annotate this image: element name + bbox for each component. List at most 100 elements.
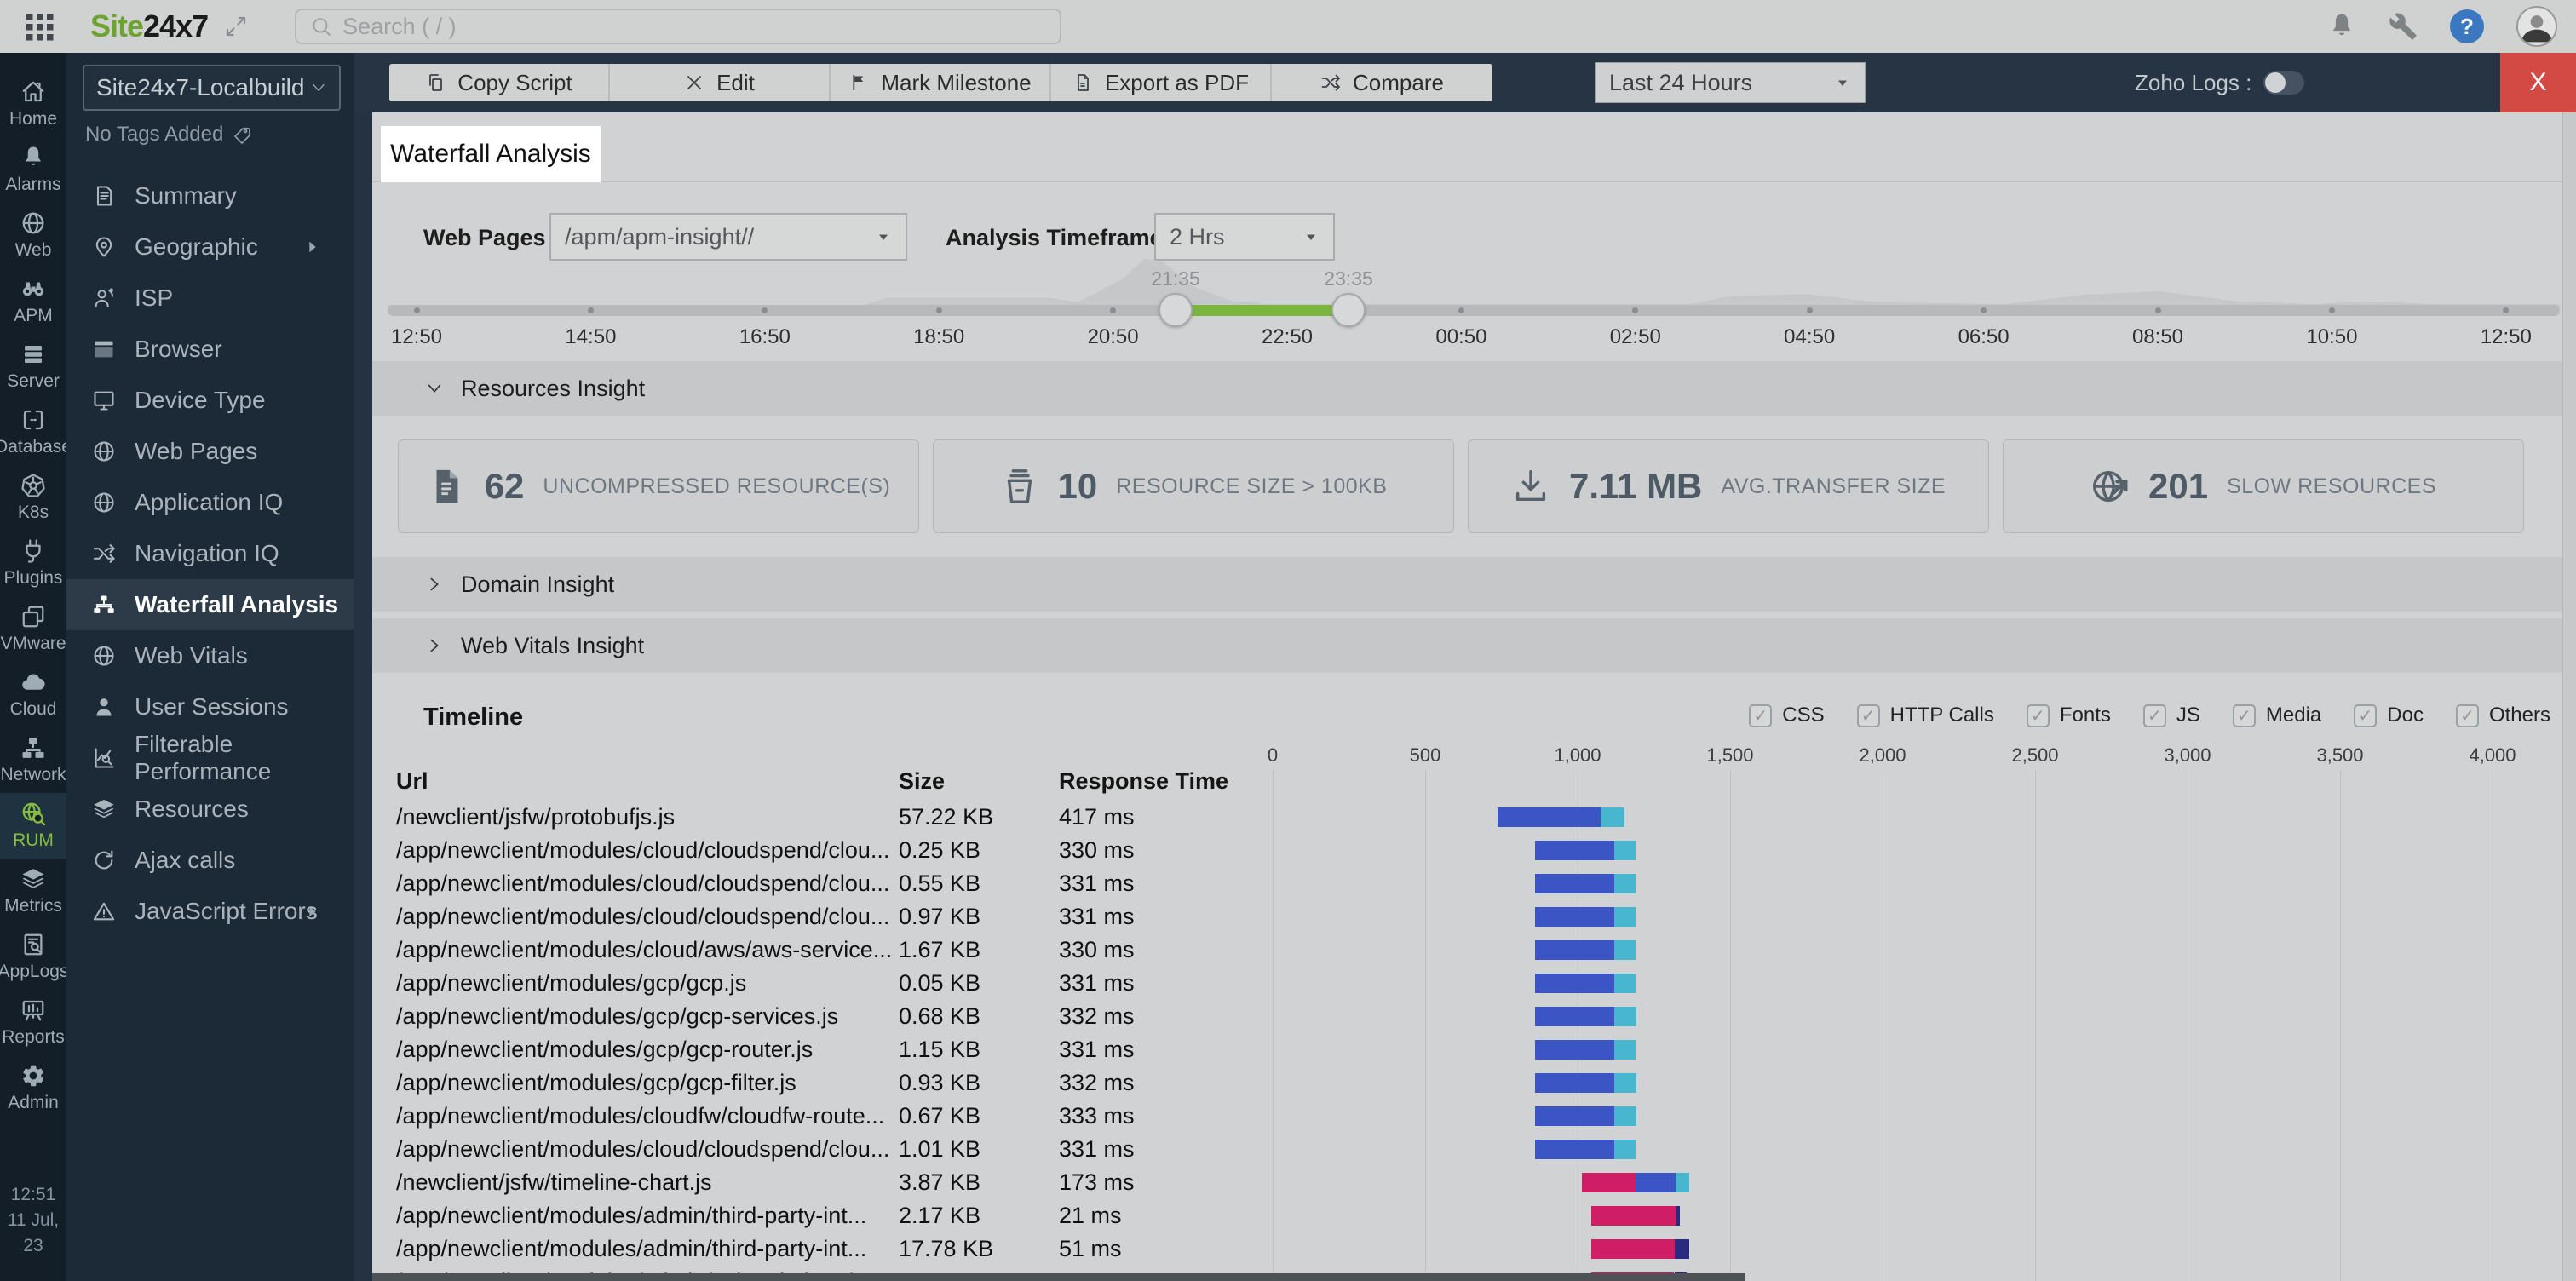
checkbox-icon[interactable]: ✓ <box>1749 704 1773 727</box>
rail-item-cloud[interactable]: Cloud <box>0 662 66 727</box>
sidebar-item-waterfall-analysis[interactable]: Waterfall Analysis <box>66 579 354 630</box>
filter-js[interactable]: ✓ JS <box>2142 704 2200 727</box>
filter-css[interactable]: ✓ CSS <box>1749 704 1825 727</box>
table-row[interactable]: /app/newclient/modules/cloud/cloudspend/… <box>372 1133 2576 1166</box>
sidebar-item-isp[interactable]: ISP <box>66 273 354 324</box>
table-row[interactable]: /app/newclient/modules/gcp/gcp.js 0.05 K… <box>372 967 2576 1000</box>
sidebar-item-application-iq[interactable]: Application IQ <box>66 477 354 528</box>
rail-item-home[interactable]: Home <box>0 72 66 137</box>
help-button[interactable]: ? <box>2450 9 2484 43</box>
rail-item-plugins[interactable]: Plugins <box>0 531 66 596</box>
resources-insight-header[interactable]: Resources Insight <box>372 361 2576 416</box>
sidebar-item-geographic[interactable]: Geographic <box>66 221 354 273</box>
time-slider-selected-range[interactable] <box>1176 305 1348 316</box>
rail-item-vmware[interactable]: VMware <box>0 596 66 662</box>
rail-item-database[interactable]: Database <box>0 399 72 465</box>
row-response-time: 330 ms <box>1059 837 1135 863</box>
filter-media[interactable]: ✓ Media <box>2232 704 2321 727</box>
copy-script-button[interactable]: Copy Script <box>389 64 610 101</box>
tools-wrench-icon[interactable] <box>2389 12 2418 41</box>
app-grid-icon[interactable] <box>24 11 55 42</box>
export-as-pdf-button[interactable]: Export as PDF <box>1051 64 1272 101</box>
vertical-scrollbar[interactable] <box>2562 112 2576 1281</box>
rail-item-reports[interactable]: Reports <box>0 990 66 1055</box>
rail-item-web[interactable]: Web <box>0 203 66 268</box>
filter-fonts[interactable]: ✓ Fonts <box>2026 704 2111 727</box>
insight-card-slow-resources[interactable]: 201 SLOW RESOURCES <box>2003 439 2524 533</box>
rail-item-rum[interactable]: RUM <box>0 793 66 859</box>
filter-others[interactable]: ✓ Others <box>2455 704 2550 727</box>
monitor-select[interactable]: Site24x7-Localbuild <box>83 65 341 111</box>
checkbox-icon[interactable]: ✓ <box>2026 704 2050 727</box>
sidebar-item-resources[interactable]: Resources <box>66 784 354 835</box>
horizontal-scrollbar[interactable] <box>372 1273 1745 1281</box>
slider-handle-end[interactable] <box>1331 293 1366 327</box>
time-range-select[interactable]: Last 24 Hours <box>1595 62 1866 103</box>
rail-item-applogs[interactable]: AppLogs <box>0 924 68 990</box>
sidebar-item-navigation-iq[interactable]: Navigation IQ <box>66 528 354 579</box>
sidebar-item-web-vitals[interactable]: Web Vitals <box>66 630 354 681</box>
table-row[interactable]: /app/newclient/modules/admin/third-party… <box>372 1199 2576 1232</box>
table-row[interactable]: /app/newclient/modules/admin/third-party… <box>372 1232 2576 1266</box>
user-avatar[interactable] <box>2516 6 2557 47</box>
axis-tick-label: 3,000 <box>2164 744 2211 766</box>
expand-icon[interactable] <box>223 14 249 39</box>
card-label: SLOW RESOURCES <box>2227 474 2436 498</box>
table-row[interactable]: /app/newclient/modules/cloud/cloudspend/… <box>372 900 2576 933</box>
insight-card-avg-transfer-size[interactable]: 7.11 MB AVG.TRANSFER SIZE <box>1468 439 1989 533</box>
table-row[interactable]: /app/newclient/modules/gcp/gcp-filter.js… <box>372 1066 2576 1100</box>
insight-card-resource-size-100kb[interactable]: 10 RESOURCE SIZE > 100KB <box>933 439 1454 533</box>
checkbox-icon[interactable]: ✓ <box>1856 704 1880 727</box>
mark-milestone-button[interactable]: Mark Milestone <box>831 64 1051 101</box>
waterfall-bar-segment-cyan <box>1614 1007 1636 1026</box>
waterfall-bar-segment-cyan <box>1614 841 1636 860</box>
sidebar-item-ajax-calls[interactable]: Ajax calls <box>66 835 354 886</box>
sidebar-item-user-sessions[interactable]: User Sessions <box>66 681 354 732</box>
card-label: RESOURCE SIZE > 100KB <box>1116 474 1388 498</box>
sidebar-item-javascript-errors[interactable]: JavaScript Errors <box>66 886 354 937</box>
rail-item-network[interactable]: Network <box>0 727 66 793</box>
web-vitals-insight-header[interactable]: Web Vitals Insight <box>372 618 2576 673</box>
rail-item-admin[interactable]: Admin <box>0 1055 66 1121</box>
table-row[interactable]: /app/newclient/modules/cloud/aws/aws-ser… <box>372 933 2576 967</box>
time-slider-track[interactable] <box>388 305 2560 316</box>
rail-item-server[interactable]: Server <box>0 334 66 399</box>
notifications-bell-icon[interactable] <box>2327 12 2356 41</box>
search-input[interactable]: Search ( / ) <box>295 9 1062 44</box>
table-row[interactable]: /app/newclient/modules/gcp/gcp-services.… <box>372 1000 2576 1033</box>
insight-card-uncompressed-resource-s-[interactable]: 62 UNCOMPRESSED RESOURCE(S) <box>398 439 919 533</box>
checkbox-icon[interactable]: ✓ <box>2142 704 2166 727</box>
checkbox-icon[interactable]: ✓ <box>2455 704 2479 727</box>
waterfall-bar-segment-cyan <box>1601 807 1624 827</box>
table-row[interactable]: /app/newclient/modules/gcp/gcp-router.js… <box>372 1033 2576 1066</box>
rail-item-alarms[interactable]: Alarms <box>0 137 66 203</box>
sidebar-item-browser[interactable]: Browser <box>66 324 354 375</box>
filter-doc[interactable]: ✓ Doc <box>2354 704 2424 727</box>
sidebar-item-device-type[interactable]: Device Type <box>66 375 354 426</box>
sidebar-item-summary[interactable]: Summary <box>66 170 354 221</box>
table-row[interactable]: /newclient/jsfw/protobufjs.js 57.22 KB 4… <box>372 801 2576 834</box>
page-tab-waterfall-analysis[interactable]: Waterfall Analysis <box>381 126 601 182</box>
rail-item-metrics[interactable]: Metrics <box>0 859 66 924</box>
row-url: /app/newclient/modules/cloudfw/cloudfw-r… <box>396 1103 885 1129</box>
site24x7-logo[interactable]: Site24x7 <box>90 9 209 44</box>
row-size: 0.05 KB <box>899 970 981 996</box>
table-row[interactable]: /app/newclient/modules/cloudfw/cloudfw-r… <box>372 1100 2576 1133</box>
close-button[interactable]: X <box>2500 53 2576 112</box>
checkbox-icon[interactable]: ✓ <box>2232 704 2256 727</box>
table-row[interactable]: /newclient/jsfw/timeline-chart.js 3.87 K… <box>372 1166 2576 1199</box>
slider-handle-start[interactable] <box>1159 293 1193 327</box>
compare-button[interactable]: Compare <box>1272 64 1492 101</box>
rail-item-k8s[interactable]: K8s <box>0 465 66 531</box>
table-row[interactable]: /app/newclient/modules/cloud/cloudspend/… <box>372 867 2576 900</box>
edit-button[interactable]: Edit <box>610 64 831 101</box>
zoho-logs-toggle[interactable] <box>2263 71 2305 95</box>
table-row[interactable]: /app/newclient/modules/cloud/cloudspend/… <box>372 834 2576 867</box>
sidebar-item-filterable-performance[interactable]: Filterable Performance <box>66 731 354 784</box>
tags-row[interactable]: No Tags Added <box>85 123 252 146</box>
checkbox-icon[interactable]: ✓ <box>2354 704 2378 727</box>
domain-insight-header[interactable]: Domain Insight <box>372 557 2576 612</box>
sidebar-item-web-pages[interactable]: Web Pages <box>66 426 354 477</box>
filter-http-calls[interactable]: ✓ HTTP Calls <box>1856 704 1994 727</box>
rail-item-apm[interactable]: APM <box>0 268 66 334</box>
